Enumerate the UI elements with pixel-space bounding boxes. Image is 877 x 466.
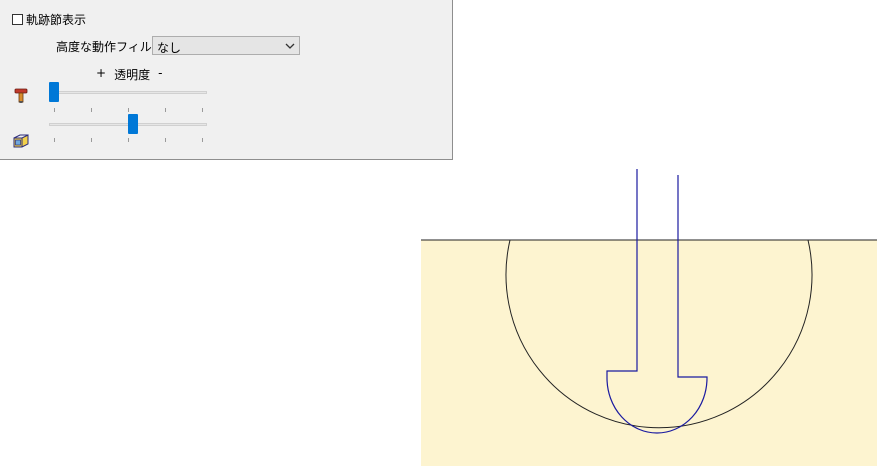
slider-tick [91, 108, 92, 112]
slider-thumb[interactable] [49, 82, 59, 102]
opacity-header: + 透明度 - [96, 66, 162, 83]
stock-box-icon [12, 133, 30, 152]
opacity-label: 透明度 [114, 68, 151, 82]
slider-tick [165, 108, 166, 112]
slider-tick [54, 138, 55, 142]
slider-tick [91, 138, 92, 142]
opacity-minus: - [158, 66, 163, 80]
slider-tick [128, 138, 129, 142]
slider-tick [202, 108, 203, 112]
trajectory-checkbox[interactable] [12, 14, 23, 25]
motion-filter-select[interactable]: なし [152, 36, 300, 55]
tool-icon [14, 88, 28, 107]
trajectory-toggle[interactable]: 軌跡節表示 [12, 11, 86, 28]
opacity-plus: + [96, 66, 107, 80]
motion-filter-label: 高度な動作フィルタ [56, 40, 164, 54]
chevron-down-icon [284, 39, 296, 56]
slider-tick [54, 108, 55, 112]
simulation-canvas[interactable] [421, 160, 877, 466]
slider-track [49, 91, 207, 94]
slider-thumb[interactable] [128, 114, 138, 134]
slider-tick [165, 138, 166, 142]
slider-tick [128, 108, 129, 112]
trajectory-checkbox-label: 軌跡節表示 [26, 13, 87, 27]
motion-filter-value: なし [157, 41, 182, 55]
slider-tick [202, 138, 203, 142]
display-settings-panel: 軌跡節表示 高度な動作フィルタ なし + 透明度 - [0, 0, 453, 160]
